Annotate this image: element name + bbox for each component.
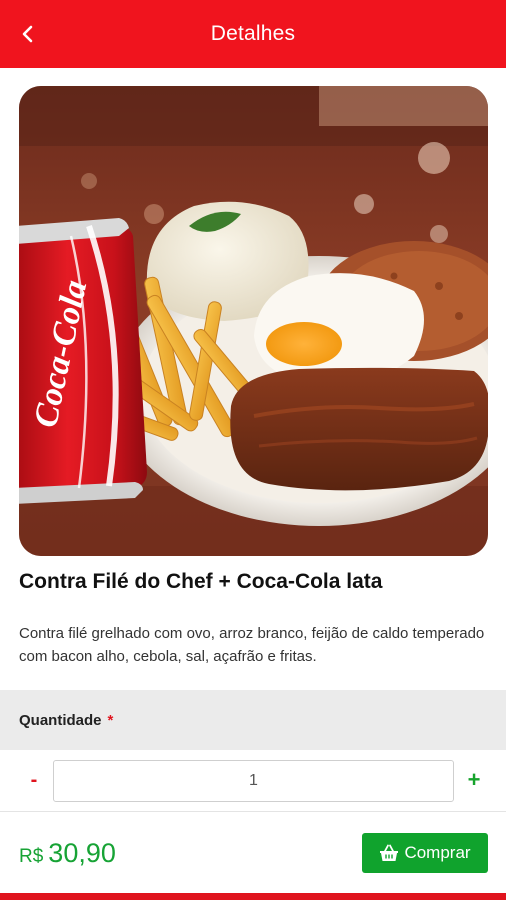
quantity-stepper: - + xyxy=(0,750,506,810)
buy-button[interactable]: Comprar xyxy=(362,833,488,873)
price-currency: R$ xyxy=(19,846,44,867)
quantity-input[interactable] xyxy=(53,760,454,802)
required-mark: * xyxy=(107,711,114,729)
back-button[interactable] xyxy=(10,16,46,52)
product-image: Coca-Cola xyxy=(19,86,488,556)
increment-button[interactable]: + xyxy=(462,768,486,794)
page-title: Detalhes xyxy=(210,22,296,45)
top-app-bar: Detalhes xyxy=(0,0,506,68)
price-display: R$ 30,90 xyxy=(19,838,116,869)
product-description: Contra filé grelhado com ovo, arroz bran… xyxy=(19,625,485,665)
quantity-section-header: Quantidade * xyxy=(0,690,506,750)
bottom-accent-bar xyxy=(0,893,506,900)
quantity-label: Quantidade xyxy=(19,711,102,729)
price-value: 30,90 xyxy=(48,838,116,868)
chevron-left-icon xyxy=(22,25,33,43)
basket-icon xyxy=(379,844,399,862)
product-title: Contra Filé do Chef + Coca-Cola lata xyxy=(19,570,383,593)
buy-button-label: Comprar xyxy=(404,843,471,862)
decrement-button[interactable]: - xyxy=(22,768,46,794)
purchase-footer: R$ 30,90 Comprar xyxy=(0,811,506,893)
